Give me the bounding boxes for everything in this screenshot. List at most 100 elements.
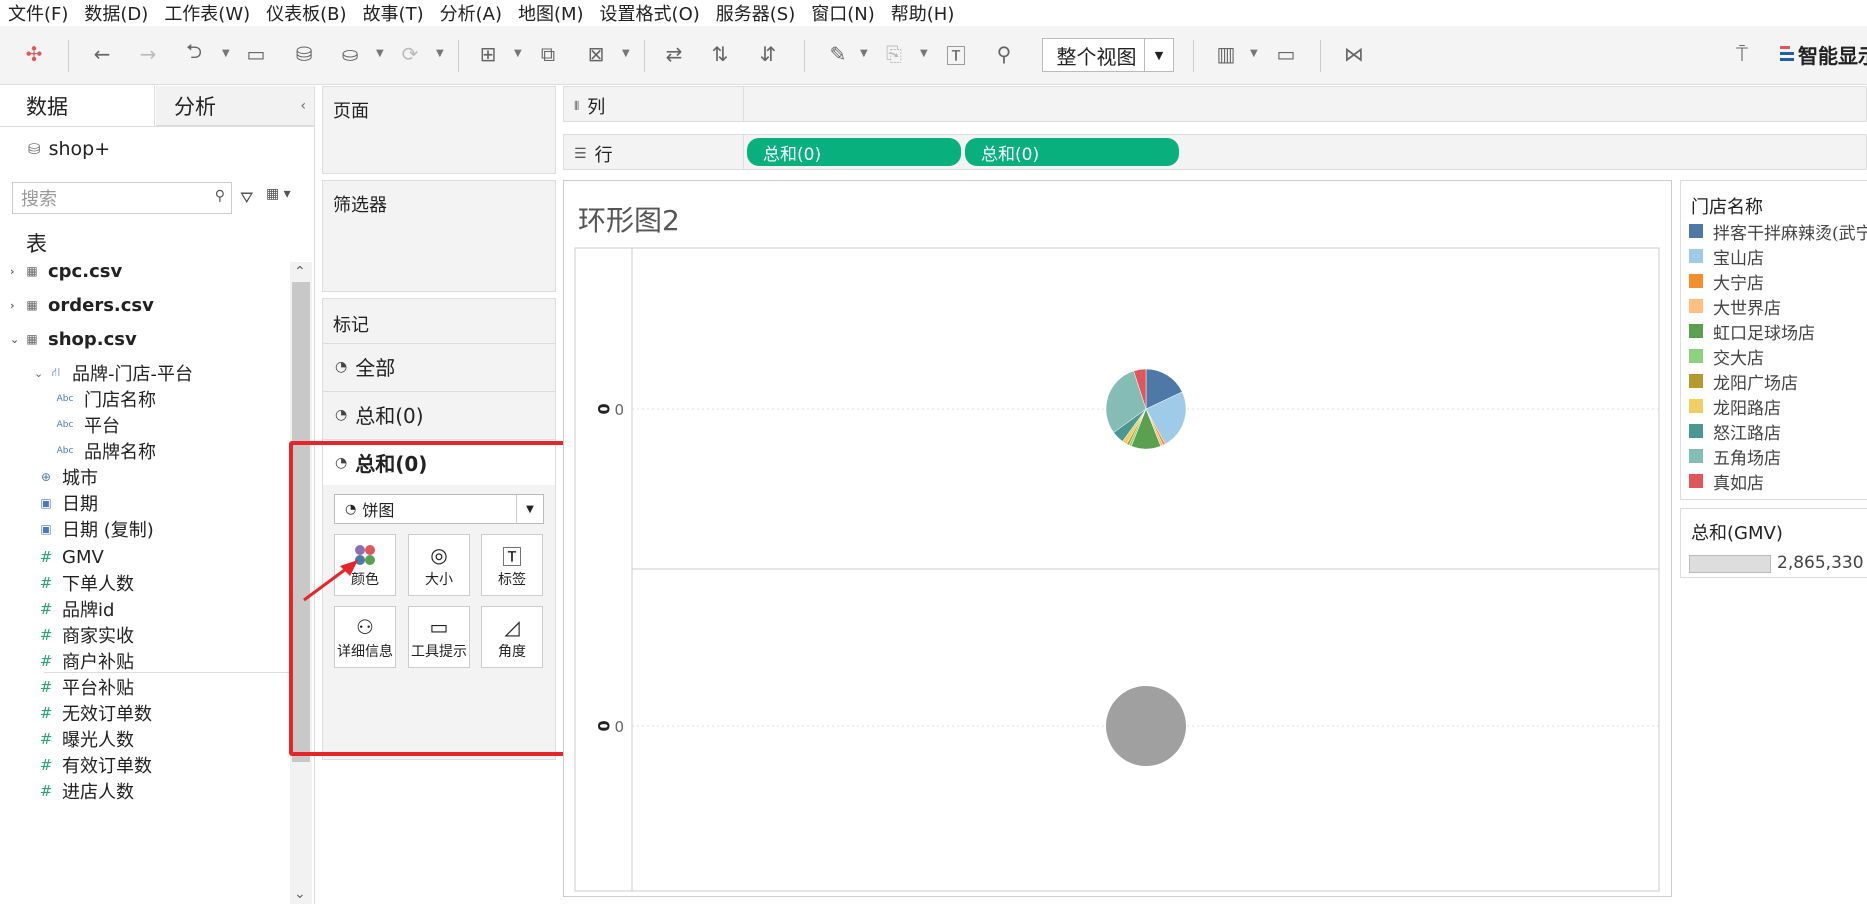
legend-item[interactable]: 交大店 — [1689, 344, 1764, 369]
axis-tick-label: 0 — [614, 401, 624, 419]
show-me-button[interactable]: 智能显示 — [1780, 40, 1867, 69]
columns-shelf[interactable]: ⦀ 列 — [563, 86, 1867, 122]
menu-item[interactable]: 仪表板(B) — [258, 0, 354, 26]
toolbar: ✣ ← → ⮌ ▼ ▭ ⛁ ⛀ ▼ ⟳ ▼ ⊞ ▼ ⧉ ⊠ ▼ ⇄ ⇅ ⇵ ✎ … — [0, 26, 1867, 85]
field-table[interactable]: › ▦ cpc.csv — [10, 256, 122, 286]
dimension-measure-divider — [44, 672, 290, 673]
marks-card-title: 标记 — [333, 315, 369, 336]
scroll-up-icon[interactable]: ⌃ — [294, 264, 306, 280]
swap-icon[interactable]: ⇄ — [658, 36, 690, 72]
field-label: cpc.csv — [48, 260, 123, 282]
menu-item[interactable]: 设置格式(O) — [592, 0, 708, 26]
highlight-caret-icon[interactable]: ▼ — [860, 48, 868, 59]
label-icon[interactable]: 🅃 — [940, 36, 972, 72]
legend-item[interactable]: 五角场店 — [1689, 444, 1781, 469]
new-datasource-icon[interactable]: ⛁ — [288, 36, 320, 72]
collapse-icon[interactable]: ⌄ — [10, 333, 24, 346]
show-cards-icon[interactable]: ▥ — [1210, 36, 1242, 72]
chevron-down-icon[interactable]: ▼ — [1144, 39, 1173, 71]
clear-caret-icon[interactable]: ▼ — [622, 48, 630, 59]
save-icon[interactable]: ▭ — [240, 36, 272, 72]
menu-item[interactable]: 工作表(W) — [156, 0, 258, 26]
menu-item[interactable]: 分析(A) — [432, 0, 510, 26]
legend-item[interactable]: 虹口足球场店 — [1689, 319, 1815, 344]
rows-shelf[interactable]: ☰ 行 总和(0) 总和(0) — [563, 134, 1867, 170]
refresh-caret-icon[interactable]: ▼ — [436, 48, 444, 59]
tableau-logo-icon[interactable]: ✣ — [18, 36, 50, 72]
legend-item[interactable]: 拌客干拌麻辣烫(武宁 — [1689, 219, 1867, 244]
view-size-select[interactable]: 整个视图 ▼ — [1042, 38, 1174, 72]
measure-field-icon: # — [39, 548, 53, 566]
redo-caret-icon[interactable]: ▼ — [222, 48, 230, 59]
legend-item[interactable]: 龙阳广场店 — [1689, 369, 1798, 394]
share-icon[interactable]: ⋈ — [1338, 36, 1370, 72]
pause-icon[interactable]: ⛀ — [334, 36, 366, 72]
expand-icon[interactable]: › — [10, 265, 24, 278]
color-legend[interactable]: 门店名称 拌客干拌麻辣烫(武宁 宝山店 大宁店 大世界店 虹口足球场店 交大店 龙阳广场店龙… — [1680, 180, 1867, 500]
expand-icon[interactable]: › — [10, 299, 24, 312]
new-sheet-icon[interactable]: ⊞ — [472, 36, 504, 72]
highlight-icon[interactable]: ✎ — [822, 36, 854, 72]
collapse-icon[interactable]: ‹ — [300, 98, 306, 114]
refresh-icon[interactable]: ⟳ — [394, 36, 426, 72]
measure-field-icon: # — [39, 652, 53, 670]
duplicate-icon[interactable]: ⧉ — [532, 36, 564, 72]
tab-analysis[interactable]: 分析 ‹ — [156, 86, 314, 126]
row-pill[interactable]: 总和(0) — [965, 138, 1179, 166]
search-icon[interactable]: ⚲ — [215, 188, 225, 204]
legend-item[interactable]: 怒江路店 — [1689, 419, 1781, 444]
legend-item[interactable]: 大世界店 — [1689, 294, 1781, 319]
collapse-icon[interactable]: ⌄ — [34, 367, 48, 380]
group-icon[interactable]: ⎘ — [878, 36, 910, 72]
datasource[interactable]: ⛁ shop+ — [28, 138, 110, 160]
format-painter-icon[interactable]: ⍑ — [1726, 36, 1758, 72]
size-legend[interactable]: 总和(GMV) 2,865,330 — [1680, 508, 1867, 578]
view-options-icon[interactable]: ▦ ▾ — [266, 186, 291, 202]
show-me-label: 智能显示 — [1798, 44, 1867, 68]
marks-sum-row-1[interactable]: ◔ 总和(0) — [323, 391, 555, 437]
new-sheet-caret-icon[interactable]: ▼ — [514, 48, 522, 59]
viz-canvas[interactable]: 0 00 0 — [564, 181, 1671, 896]
pages-card[interactable]: 页面 — [322, 86, 556, 174]
field-table[interactable]: › ▦ orders.csv — [10, 290, 154, 320]
size-legend-value: 2,865,330 — [1777, 553, 1864, 573]
clear-icon[interactable]: ⊠ — [580, 36, 612, 72]
datasource-icon: ⛁ — [28, 140, 41, 158]
sort-desc-icon[interactable]: ⇵ — [752, 36, 784, 72]
back-icon[interactable]: ← — [86, 36, 118, 72]
field-table-open[interactable]: ⌄ ▦ shop.csv — [10, 324, 137, 354]
filters-card[interactable]: 筛选器 — [322, 180, 556, 292]
pie-mark-icon: ◔ — [335, 358, 348, 375]
legend-item[interactable]: 龙阳路店 — [1689, 394, 1781, 419]
field-label: 城市 — [62, 468, 98, 489]
menu-item[interactable]: 服务器(S) — [708, 0, 803, 26]
menu-item[interactable]: 故事(T) — [355, 0, 432, 26]
show-cards-caret-icon[interactable]: ▼ — [1250, 48, 1258, 59]
field-date2[interactable]: ▣ 日期 (复制) — [38, 514, 153, 544]
group-caret-icon[interactable]: ▼ — [920, 48, 928, 59]
search-input[interactable]: 搜索 ⚲ — [12, 182, 232, 214]
field-measure[interactable]: # 进店人数 — [38, 776, 134, 806]
forward-icon[interactable]: → — [132, 36, 164, 72]
menu-item[interactable]: 文件(F) — [0, 0, 76, 26]
tab-data[interactable]: 数据 — [0, 86, 155, 126]
redo-icon[interactable]: ⮌ — [178, 36, 210, 72]
menu-item[interactable]: 帮助(H) — [883, 0, 963, 26]
row-pill[interactable]: 总和(0) — [747, 138, 961, 166]
pin-icon[interactable]: ⚲ — [988, 36, 1020, 72]
pause-caret-icon[interactable]: ▼ — [376, 48, 384, 59]
menu-item[interactable]: 地图(M) — [510, 0, 592, 26]
menu-item[interactable]: 数据(D) — [76, 0, 156, 26]
filter-icon[interactable]: ⛛ — [240, 188, 253, 208]
menu-item[interactable]: 窗口(N) — [803, 0, 883, 26]
presentation-icon[interactable]: ▭ — [1270, 36, 1302, 72]
legend-item[interactable]: 大宁店 — [1689, 269, 1764, 294]
marks-all-row[interactable]: ◔ 全部 — [323, 343, 555, 389]
annotation-arrow — [303, 560, 358, 602]
sort-asc-icon[interactable]: ⇅ — [704, 36, 736, 72]
pie-mark-icon: ◔ — [335, 406, 348, 423]
scroll-down-icon[interactable]: ⌄ — [294, 886, 306, 902]
legend-item[interactable]: 真如店 — [1689, 469, 1764, 494]
field-label: 有效订单数 — [62, 756, 152, 777]
legend-item[interactable]: 宝山店 — [1689, 244, 1764, 269]
